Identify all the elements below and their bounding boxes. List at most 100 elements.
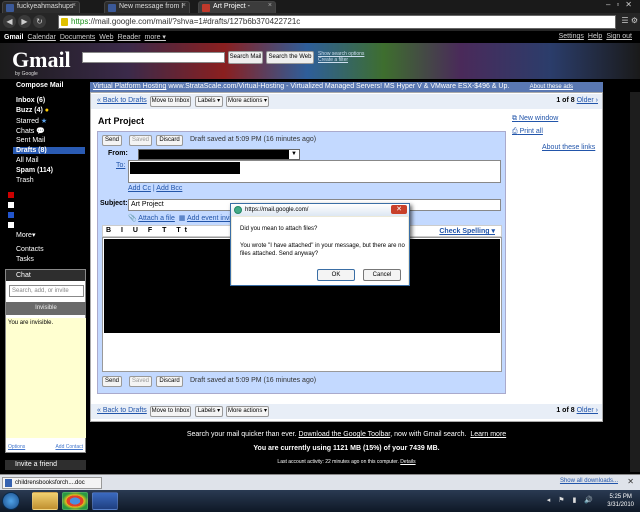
- discard-button-bottom[interactable]: Discard: [156, 376, 183, 387]
- to-label-link[interactable]: To:: [116, 162, 125, 169]
- add-cc-link[interactable]: Add Cc: [128, 185, 151, 192]
- nav-drafts[interactable]: Drafts (8): [13, 147, 85, 154]
- topnav-signout[interactable]: Sign out: [606, 33, 632, 40]
- cancel-button[interactable]: Cancel: [363, 269, 401, 281]
- topnav-reader[interactable]: Reader: [118, 34, 141, 41]
- move-to-inbox-button-bottom[interactable]: Move to Inbox: [150, 406, 191, 417]
- topnav-gmail[interactable]: Gmail: [4, 34, 23, 41]
- gmail-logo[interactable]: Gmail by Google: [12, 47, 71, 77]
- attach-file-link[interactable]: Attach a file: [138, 215, 175, 222]
- labels-dropdown[interactable]: Labels ▾: [195, 96, 223, 107]
- chat-header[interactable]: Chat: [6, 270, 85, 281]
- page-tools-icon[interactable]: ☰ ⚙: [621, 16, 638, 25]
- download-item[interactable]: childrensbooksforch....doc: [2, 477, 102, 489]
- learn-more-link[interactable]: Learn more: [470, 431, 506, 438]
- older-link[interactable]: Older ›: [577, 97, 598, 104]
- invite-friend-header[interactable]: Invite a friend: [5, 460, 86, 470]
- chat-status-selector[interactable]: Invisible: [6, 302, 86, 315]
- star-icon: ★: [40, 118, 48, 125]
- browser-tab-art-project[interactable]: Art Project - ×: [198, 1, 276, 13]
- send-button-bottom[interactable]: Send: [102, 376, 122, 387]
- sponsor-url[interactable]: www.StrataScale.com/Virtual-Hosting: [168, 83, 284, 90]
- chat-add-contact-link[interactable]: Add Contact: [55, 444, 83, 450]
- browser-tab-new-message[interactable]: New message from I ×: [104, 1, 190, 13]
- more-actions-dropdown[interactable]: More actions ▾: [226, 96, 269, 107]
- topnav-documents[interactable]: Documents: [60, 34, 95, 41]
- about-ads-link[interactable]: About these ads: [530, 82, 573, 92]
- chrome-taskbar-icon[interactable]: [62, 492, 88, 510]
- to-field[interactable]: [128, 160, 501, 183]
- tab-close-icon[interactable]: ×: [268, 2, 272, 9]
- nav-trash[interactable]: Trash: [16, 177, 34, 184]
- chat-panel: Chat Search, add, or invite Invisible Yo…: [5, 269, 86, 453]
- older-link-bottom[interactable]: Older ›: [577, 407, 598, 414]
- page-scrollbar[interactable]: [630, 92, 640, 472]
- check-spelling-link[interactable]: Check Spelling ▾: [439, 227, 495, 237]
- details-link[interactable]: Details: [400, 459, 415, 465]
- nav-spam[interactable]: Spam (114): [16, 167, 53, 174]
- about-links-link[interactable]: About these links: [542, 144, 595, 151]
- topnav-help[interactable]: Help: [588, 33, 602, 40]
- back-arrow-icon[interactable]: ◀: [3, 15, 16, 28]
- nav-chats-label: Chats: [16, 128, 35, 135]
- nav-all-mail[interactable]: All Mail: [16, 157, 39, 164]
- dialog-close-button[interactable]: ✕: [391, 205, 407, 214]
- browser-tab-fuckyeahmashups[interactable]: fuckyeahmashups ×: [2, 1, 80, 13]
- add-bcc-link[interactable]: Add Bcc: [156, 185, 182, 192]
- explorer-folder-icon[interactable]: [32, 492, 58, 510]
- discard-button[interactable]: Discard: [156, 135, 183, 146]
- topnav-more[interactable]: more ▾: [145, 34, 166, 41]
- close-icon[interactable]: ✕: [627, 477, 634, 486]
- back-to-drafts-link-bottom[interactable]: « Back to Drafts: [97, 407, 147, 414]
- clock[interactable]: 5:25 PM 3/31/2010: [607, 493, 634, 509]
- label-color-swatch: [8, 192, 14, 198]
- reload-icon[interactable]: ↻: [33, 15, 46, 28]
- more-actions-dropdown-bottom[interactable]: More actions ▾: [226, 406, 269, 417]
- topnav-web[interactable]: Web: [99, 34, 113, 41]
- tab-close-icon[interactable]: ×: [72, 2, 76, 9]
- back-to-drafts-link[interactable]: « Back to Drafts: [97, 97, 147, 104]
- labels-dropdown-bottom[interactable]: Labels ▾: [195, 406, 223, 417]
- nav-chats[interactable]: Chats 💬: [16, 127, 45, 135]
- nav-contacts[interactable]: Contacts: [16, 246, 44, 253]
- ok-button[interactable]: OK: [317, 269, 355, 281]
- print-all-link[interactable]: ⎙ Print all: [512, 128, 595, 136]
- saved-button-bottom[interactable]: Saved: [129, 376, 152, 387]
- move-to-inbox-button[interactable]: Move to Inbox: [150, 96, 191, 107]
- search-input[interactable]: [82, 52, 225, 63]
- send-button[interactable]: Send: [102, 135, 122, 146]
- chat-search-input[interactable]: Search, add, or invite: [9, 285, 84, 297]
- start-button-icon[interactable]: [2, 492, 20, 510]
- chat-bubble-icon: 💬: [36, 128, 45, 135]
- compose-mail-button[interactable]: Compose Mail: [16, 82, 63, 89]
- format-icons[interactable]: B I U F T Tt: [106, 227, 191, 234]
- add-event-link[interactable]: Add event invit: [187, 215, 233, 222]
- system-tray-icons[interactable]: ◂ ⚑ ▮ 🔊: [547, 496, 596, 504]
- new-window-link[interactable]: ⧉ New window: [512, 115, 595, 123]
- nav-buzz[interactable]: Buzz (4) ●: [16, 107, 49, 114]
- show-all-downloads-link[interactable]: Show all downloads...: [560, 478, 618, 484]
- nav-sent-mail[interactable]: Sent Mail: [16, 137, 45, 144]
- nav-more[interactable]: More▾: [16, 231, 35, 239]
- from-select[interactable]: ▼: [138, 149, 300, 160]
- window-controls[interactable]: ‒▫✕: [606, 0, 638, 9]
- word-taskbar-icon[interactable]: [92, 492, 118, 510]
- attach-row: 📎 Attach a file ▦ Add event invit: [128, 214, 233, 222]
- nav-inbox[interactable]: Inbox (6): [16, 97, 45, 104]
- chat-options-link[interactable]: Options: [8, 444, 25, 450]
- saved-button[interactable]: Saved: [129, 135, 152, 146]
- draft-status-bottom: Draft saved at 5:09 PM (16 minutes ago): [190, 377, 317, 384]
- url-field[interactable]: https://mail.google.com/mail/?shva=1#dra…: [58, 15, 616, 29]
- chrome-icon: [234, 206, 242, 214]
- search-mail-button[interactable]: Search Mail: [228, 51, 263, 64]
- topnav-settings[interactable]: Settings: [559, 33, 584, 40]
- search-web-button[interactable]: Search the Web: [266, 51, 314, 64]
- topnav-calendar[interactable]: Calendar: [27, 34, 55, 41]
- create-filter-link[interactable]: Create a filter: [318, 57, 364, 63]
- nav-tasks[interactable]: Tasks: [16, 256, 34, 263]
- nav-starred[interactable]: Starred ★: [16, 117, 47, 125]
- tab-close-icon[interactable]: ×: [182, 2, 186, 9]
- sponsor-title-link[interactable]: Virtual Platform Hosting: [93, 83, 166, 90]
- download-toolbar-link[interactable]: Download the Google Toolbar: [299, 431, 391, 438]
- forward-arrow-icon[interactable]: ▶: [18, 15, 31, 28]
